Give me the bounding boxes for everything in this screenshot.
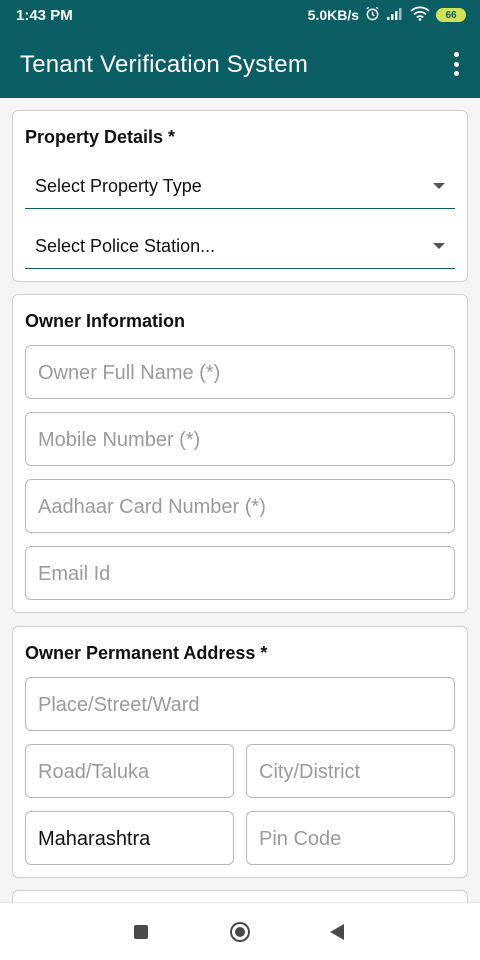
app-header: 1:43 PM 5.0KB/s 66 Tenant Verification S… bbox=[0, 0, 480, 98]
owner-address-title: Owner Permanent Address * bbox=[25, 643, 268, 663]
status-right: 5.0KB/s 66 bbox=[308, 6, 466, 24]
system-nav-bar bbox=[0, 902, 480, 960]
owner-information-card: Owner Information Owner Full Name (*) Mo… bbox=[12, 294, 468, 613]
email-placeholder: Email Id bbox=[38, 563, 111, 585]
city-district-placeholder: City/District bbox=[259, 761, 361, 783]
owner-full-name-field[interactable]: Owner Full Name (*) bbox=[25, 345, 455, 399]
aadhaar-number-placeholder: Aadhaar Card Number (*) bbox=[38, 496, 266, 518]
network-speed: 5.0KB/s bbox=[307, 7, 359, 23]
page-title: Tenant Verification System bbox=[20, 51, 309, 78]
pin-code-field[interactable]: Pin Code bbox=[246, 811, 455, 865]
street-field[interactable]: Place/Street/Ward bbox=[25, 677, 455, 731]
property-details-title: Property Details * bbox=[25, 127, 176, 147]
property-type-select[interactable]: Select Property Type bbox=[25, 165, 455, 209]
battery-icon: 66 bbox=[436, 8, 466, 22]
recents-icon[interactable] bbox=[134, 925, 148, 939]
owner-information-title: Owner Information bbox=[25, 311, 186, 331]
street-placeholder: Place/Street/Ward bbox=[38, 694, 200, 716]
mobile-number-placeholder: Mobile Number (*) bbox=[38, 429, 201, 451]
state-value: Maharashtra bbox=[38, 828, 151, 850]
alarm-icon bbox=[365, 6, 380, 24]
back-icon[interactable] bbox=[330, 924, 344, 940]
city-district-field[interactable]: City/District bbox=[246, 744, 455, 798]
dropdown-arrow-icon bbox=[433, 243, 445, 249]
road-taluka-placeholder: Road/Taluka bbox=[38, 761, 150, 783]
property-details-card: Property Details * Select Property Type … bbox=[12, 110, 468, 282]
owner-full-name-placeholder: Owner Full Name (*) bbox=[38, 362, 221, 384]
road-taluka-field[interactable]: Road/Taluka bbox=[25, 744, 234, 798]
aadhaar-number-field[interactable]: Aadhaar Card Number (*) bbox=[25, 479, 455, 533]
more-vert-icon[interactable] bbox=[452, 52, 460, 76]
police-station-label: Select Police Station... bbox=[35, 236, 216, 256]
police-station-select[interactable]: Select Police Station... bbox=[25, 225, 455, 269]
property-type-label: Select Property Type bbox=[35, 176, 202, 196]
signal-icon bbox=[386, 7, 404, 24]
dropdown-arrow-icon bbox=[433, 183, 445, 189]
owner-address-card: Owner Permanent Address * Place/Street/W… bbox=[12, 626, 468, 878]
wifi-icon bbox=[410, 6, 430, 24]
status-time: 1:43 PM bbox=[16, 7, 73, 24]
pin-code-placeholder: Pin Code bbox=[259, 828, 342, 850]
home-icon[interactable] bbox=[230, 922, 250, 942]
status-bar: 1:43 PM 5.0KB/s 66 bbox=[0, 0, 480, 32]
mobile-number-field[interactable]: Mobile Number (*) bbox=[25, 412, 455, 466]
email-field[interactable]: Email Id bbox=[25, 546, 455, 600]
state-field[interactable]: Maharashtra bbox=[25, 811, 234, 865]
